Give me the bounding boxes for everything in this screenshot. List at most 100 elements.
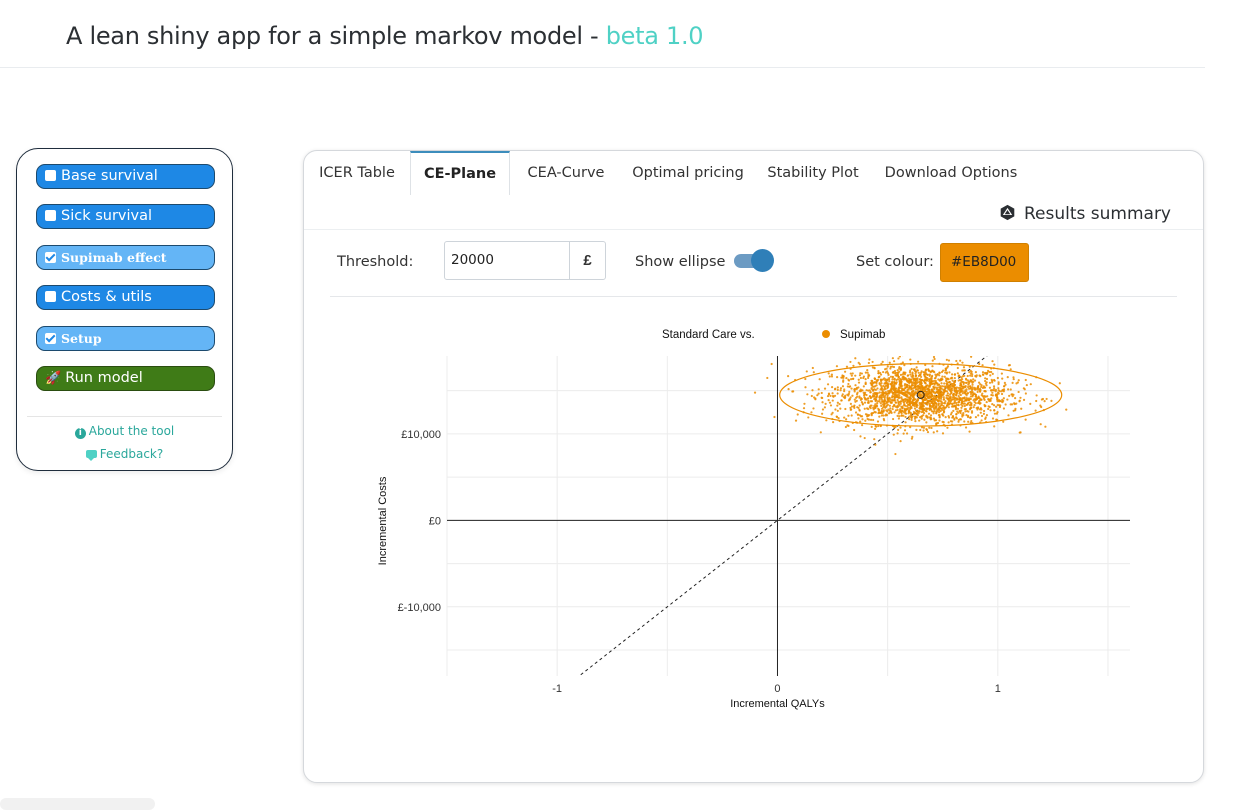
- y-tick-label: £-10,000: [398, 602, 441, 614]
- scatter-point: [909, 380, 912, 383]
- scatter-point: [956, 366, 959, 370]
- scatter-point: [931, 359, 934, 362]
- scatter-point: [868, 358, 871, 361]
- scatter-point: [886, 398, 889, 401]
- scatter-point: [935, 386, 939, 389]
- scatter-point: [834, 408, 837, 411]
- scatter-point: [946, 377, 949, 380]
- scatter-point: [1002, 397, 1005, 400]
- scatter-point: [974, 388, 977, 391]
- scatter-point: [1058, 382, 1061, 385]
- scatter-point: [1002, 407, 1006, 410]
- scatter-point: [908, 410, 911, 413]
- scatter-point: [882, 410, 885, 413]
- scatter-point: [829, 404, 833, 407]
- scatter-point: [970, 402, 973, 405]
- scatter-point: [853, 388, 856, 392]
- scatter-point: [864, 413, 868, 416]
- scatter-point: [930, 417, 933, 421]
- scatter-point: [989, 374, 992, 377]
- scatter-point: [934, 379, 937, 382]
- scatter-point: [893, 404, 896, 407]
- scatter-point: [927, 396, 930, 399]
- info-icon: i: [74, 428, 86, 439]
- scatter-point: [845, 376, 848, 380]
- scatter-point: [905, 408, 908, 411]
- scatter-point: [966, 392, 969, 395]
- scatter-point: [942, 392, 945, 395]
- scatter-point: [890, 386, 893, 389]
- scatter-point: [849, 406, 852, 410]
- scatter-point: [848, 398, 851, 401]
- scatter-point: [858, 409, 861, 412]
- scatter-point: [913, 417, 917, 420]
- feedback-link[interactable]: Feedback?: [17, 447, 232, 461]
- scatter-point: [938, 419, 941, 422]
- sick-survival-button[interactable]: Sick survival: [36, 204, 215, 229]
- scatter-point: [1044, 425, 1047, 428]
- scatter-point: [863, 436, 866, 440]
- scatter-point: [814, 398, 817, 401]
- scatter-point: [913, 378, 916, 382]
- scatter-point: [912, 395, 915, 398]
- supimab-effect-button[interactable]: Supimab effect: [36, 245, 215, 270]
- scatter-point: [821, 412, 824, 415]
- scatter-point: [966, 415, 970, 419]
- run-model-label: Run model: [65, 370, 143, 386]
- scatter-point: [893, 399, 896, 402]
- scatter-point: [877, 411, 880, 415]
- scatter-point: [940, 370, 944, 374]
- scatter-point: [953, 373, 957, 376]
- scatter-point: [904, 421, 907, 424]
- scatter-point: [943, 382, 946, 385]
- scatter-point: [971, 383, 974, 386]
- scatter-point: [830, 375, 834, 378]
- scatter-point: [922, 401, 925, 404]
- costs-utils-button[interactable]: Costs & utils: [36, 285, 215, 310]
- scatter-point: [1016, 381, 1020, 384]
- scatter-point: [839, 389, 842, 392]
- scatter-point: [942, 398, 945, 401]
- scatter-point: [791, 390, 794, 393]
- scatter-point: [874, 427, 877, 430]
- scatter-point: [948, 371, 951, 374]
- scatter-point: [914, 372, 917, 375]
- scatter-point: [899, 410, 902, 413]
- scatter-point: [869, 400, 872, 403]
- scatter-point: [842, 380, 845, 383]
- scatter-point: [928, 381, 931, 385]
- scatter-point: [854, 374, 857, 377]
- scatter-point: [976, 390, 979, 393]
- scatter-point: [821, 401, 824, 404]
- scatter-point: [831, 399, 834, 402]
- scatter-point: [942, 396, 945, 399]
- scatter-point: [861, 403, 864, 406]
- scatter-point: [1001, 401, 1004, 404]
- scatter-point: [976, 407, 980, 410]
- scatter-point: [843, 396, 846, 400]
- scatter-point: [910, 384, 914, 387]
- scatter-point: [928, 390, 931, 393]
- run-model-button[interactable]: 🚀 Run model: [36, 366, 215, 391]
- base-survival-button[interactable]: Base survival: [36, 164, 215, 189]
- scatter-point: [908, 418, 911, 421]
- setup-button[interactable]: Setup: [36, 326, 215, 351]
- scatter-point: [936, 430, 939, 433]
- scatter-point: [863, 393, 866, 396]
- scatter-point: [895, 391, 898, 394]
- scatter-point: [900, 384, 904, 388]
- scatter-point: [859, 398, 862, 401]
- scatter-point: [955, 386, 959, 389]
- scatter-point: [830, 413, 833, 416]
- scatter-point: [993, 425, 996, 428]
- scatter-point: [873, 404, 876, 408]
- about-tool-link[interactable]: i About the tool: [17, 424, 232, 439]
- scatter-point: [880, 414, 883, 417]
- scatter-point: [895, 381, 898, 384]
- scatter-point: [875, 380, 878, 383]
- scatter-point: [805, 370, 808, 373]
- scatter-point: [988, 386, 992, 389]
- scatter-point: [1045, 397, 1048, 401]
- scatter-point: [988, 405, 991, 409]
- scatter-point: [899, 402, 902, 405]
